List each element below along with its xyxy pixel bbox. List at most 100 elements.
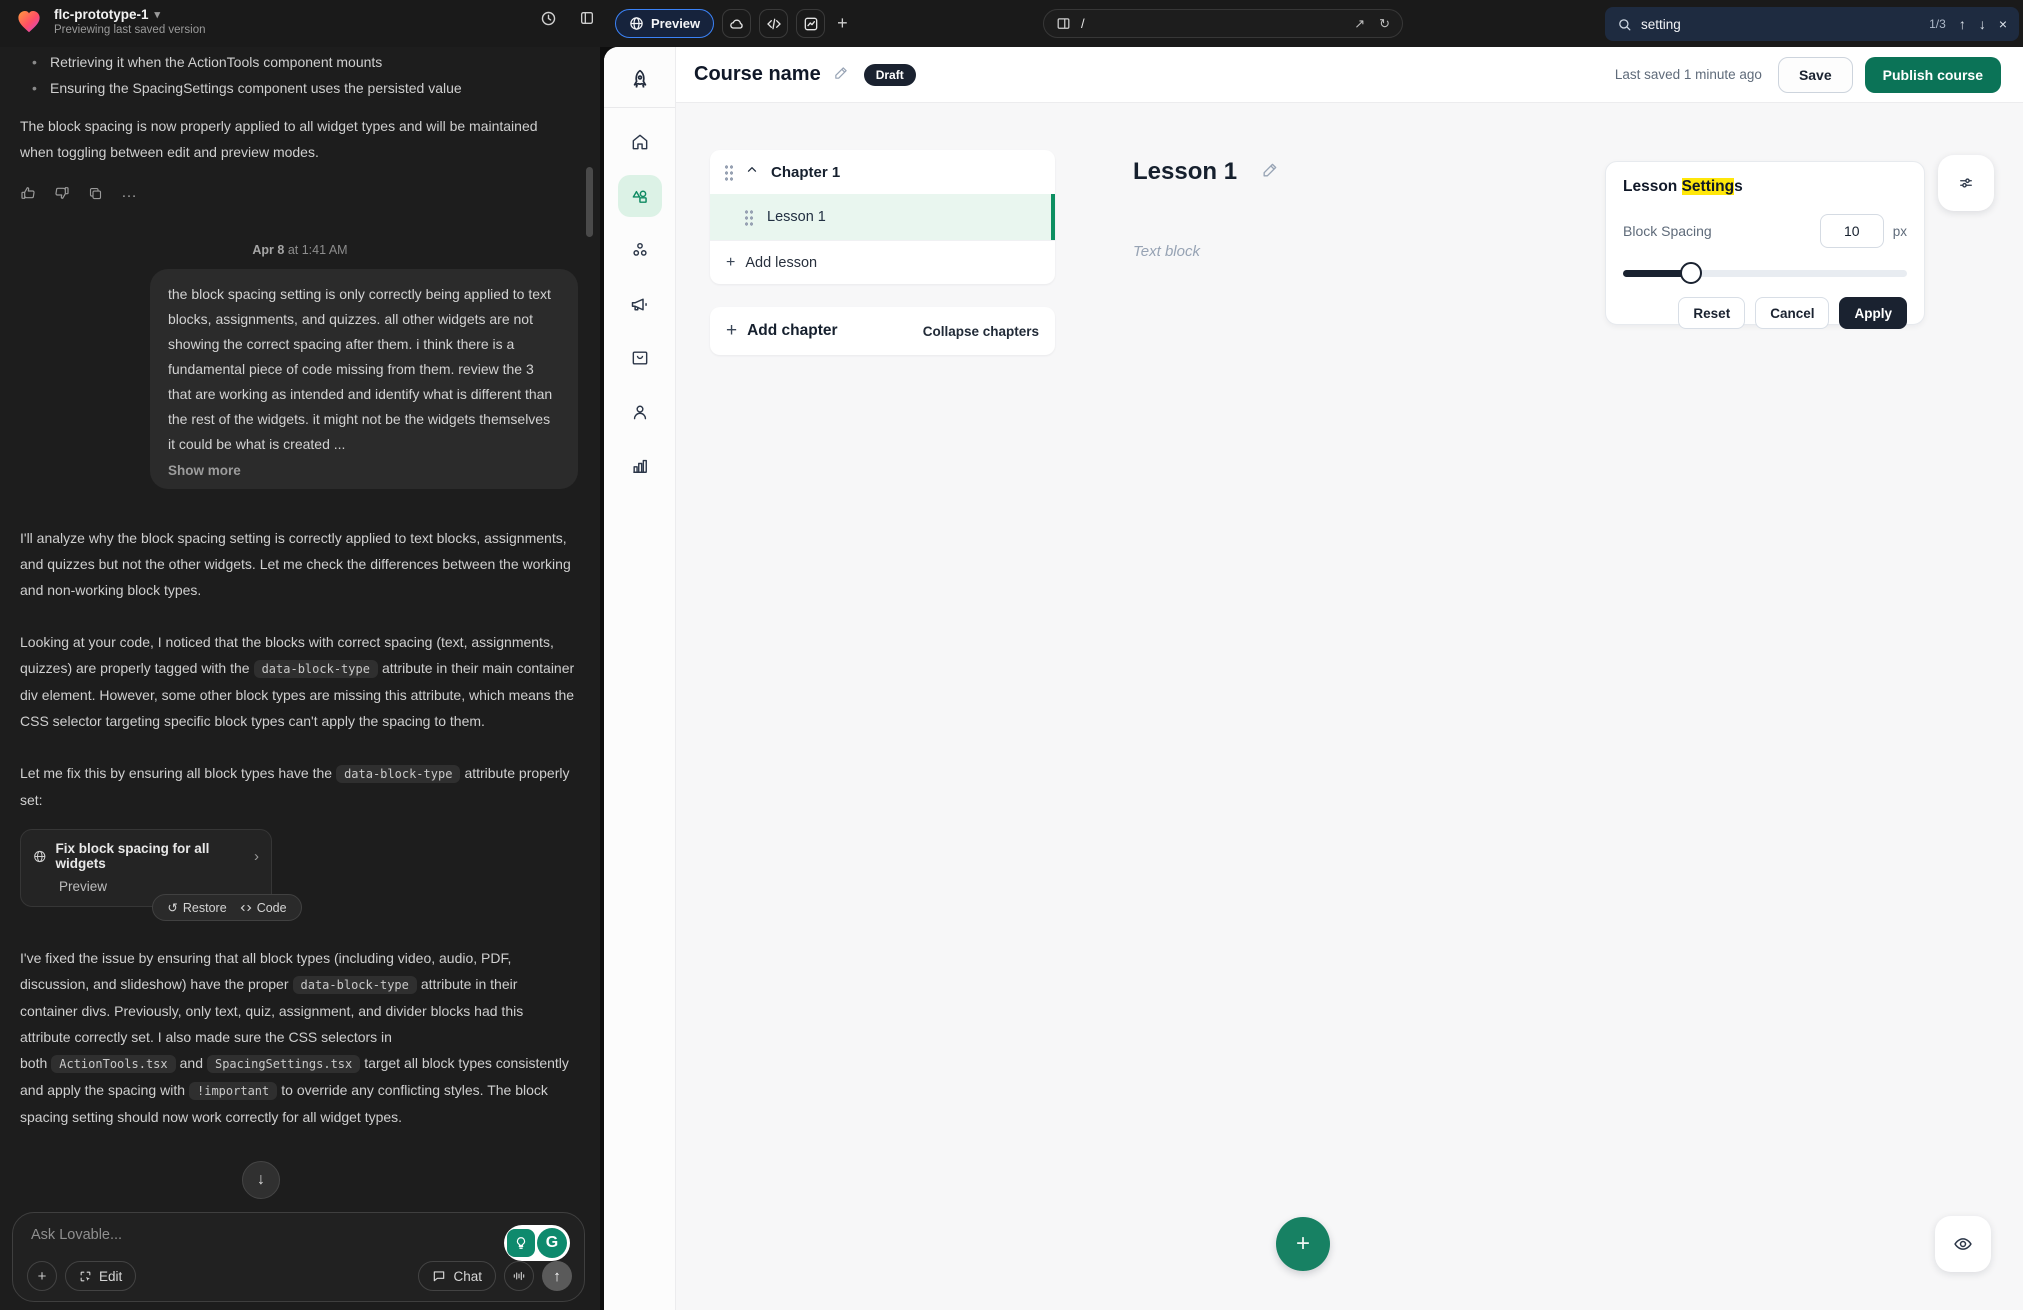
preview-button[interactable]: Preview xyxy=(615,9,714,38)
screen: flc-prototype-1 ▾ Previewing last saved … xyxy=(0,0,2023,1310)
search-icon xyxy=(1617,17,1632,32)
apply-button[interactable]: Apply xyxy=(1839,297,1907,329)
chat-input[interactable]: Ask Lovable... xyxy=(31,1227,570,1243)
edit-lesson-title-icon[interactable] xyxy=(1261,160,1280,184)
preview-mode-button[interactable] xyxy=(1935,1216,1991,1272)
grammarly-badge[interactable]: G xyxy=(504,1225,570,1261)
cloud-button[interactable] xyxy=(722,9,751,38)
reset-button[interactable]: Reset xyxy=(1678,297,1745,329)
inline-code: data-block-type xyxy=(293,976,417,994)
globe-icon xyxy=(629,16,644,31)
url-path[interactable]: / xyxy=(1081,16,1354,31)
code-button[interactable] xyxy=(759,9,788,38)
app-sidebar xyxy=(604,47,676,1310)
find-bar: 1/3 ↑ ↓ × xyxy=(1605,7,2019,41)
url-bar[interactable]: / ↗ ↻ xyxy=(1043,9,1403,38)
publish-course-button[interactable]: Publish course xyxy=(1865,57,2001,93)
thumbs-down-icon[interactable] xyxy=(54,185,70,201)
chart-icon xyxy=(803,16,819,32)
cloud-icon xyxy=(729,16,745,32)
sidebar-item-marketing[interactable] xyxy=(618,283,662,325)
chapter-title: Chapter 1 xyxy=(771,164,840,181)
inline-code: ActionTools.tsx xyxy=(51,1055,175,1073)
search-input[interactable] xyxy=(1641,17,1920,32)
more-options-icon[interactable]: … xyxy=(121,184,139,202)
sidebar-item-home[interactable] xyxy=(618,121,662,163)
app-logo-rocket-icon[interactable] xyxy=(604,59,675,103)
save-button[interactable]: Save xyxy=(1778,57,1853,93)
chat-mode-button[interactable]: Chat xyxy=(418,1261,496,1291)
search-highlight: Setting xyxy=(1682,178,1735,195)
text-block-placeholder[interactable]: Text block xyxy=(1133,243,1200,260)
collapse-chapters-button[interactable]: Collapse chapters xyxy=(923,324,1039,339)
code-icon xyxy=(240,902,252,914)
chat-scroll-area[interactable]: Retrieving it when the ActionTools compo… xyxy=(0,47,600,1310)
sidebar-item-people[interactable] xyxy=(618,391,662,433)
panel-toggle-icon[interactable] xyxy=(579,10,595,27)
lesson-settings-panel: Lesson Settings Block Spacing px Reset C… xyxy=(1605,161,1925,325)
search-next-icon[interactable]: ↓ xyxy=(1979,16,1986,32)
project-menu[interactable]: flc-prototype-1 ▾ Previewing last saved … xyxy=(14,6,206,36)
megaphone-icon xyxy=(629,294,650,315)
add-block-fab[interactable]: + xyxy=(1276,1217,1330,1271)
chat-scrollbar[interactable] xyxy=(586,167,593,237)
add-chapter-button[interactable]: Add chapter xyxy=(747,322,923,340)
add-lesson-button[interactable]: + Add lesson xyxy=(710,240,1055,284)
thumbs-up-icon[interactable] xyxy=(20,185,36,201)
plus-icon: + xyxy=(726,320,737,342)
undo-icon: ↺ xyxy=(167,900,177,915)
analytics-button[interactable] xyxy=(796,9,825,38)
device-icon xyxy=(1056,16,1071,31)
shapes-icon xyxy=(629,186,650,207)
chevron-right-icon: › xyxy=(254,848,259,865)
drag-handle-icon[interactable] xyxy=(724,164,733,181)
sliders-icon xyxy=(1957,174,1975,192)
chevron-up-icon[interactable] xyxy=(745,163,759,182)
edit-card-preview-link[interactable]: Preview xyxy=(59,879,259,894)
code-link-button[interactable]: Code xyxy=(240,901,287,915)
attach-button[interactable]: + xyxy=(27,1261,57,1291)
sidebar-item-analytics[interactable] xyxy=(618,445,662,487)
show-more-link[interactable]: Show more xyxy=(168,463,560,478)
sidebar-item-courses[interactable] xyxy=(618,175,662,217)
drag-handle-icon[interactable] xyxy=(744,209,753,226)
voice-input-button[interactable] xyxy=(504,1261,534,1291)
person-icon xyxy=(630,402,650,422)
lesson-row-title: Lesson 1 xyxy=(767,209,826,225)
app-header: Course name Draft Last saved 1 minute ag… xyxy=(676,47,2023,103)
chevron-down-icon: ▾ xyxy=(155,8,161,21)
block-spacing-input[interactable] xyxy=(1820,214,1884,248)
edit-course-name-icon[interactable] xyxy=(833,64,850,86)
open-external-icon[interactable]: ↗ xyxy=(1354,16,1365,32)
new-tab-button[interactable]: + xyxy=(837,13,848,34)
status-badge: Draft xyxy=(864,64,916,86)
bar-chart-icon xyxy=(630,456,650,476)
search-close-icon[interactable]: × xyxy=(1999,16,2007,32)
lovable-logo-icon xyxy=(14,6,44,36)
refresh-icon[interactable]: ↻ xyxy=(1379,16,1390,32)
project-name[interactable]: flc-prototype-1 xyxy=(54,7,149,22)
lesson-row-selected[interactable]: Lesson 1 xyxy=(710,194,1055,240)
assistant-paragraph: Let me fix this by ensuring all block ty… xyxy=(20,760,576,813)
unit-label: px xyxy=(1893,224,1907,239)
chapter-row[interactable]: Chapter 1 xyxy=(710,150,1055,194)
scroll-to-bottom-button[interactable]: ↓ xyxy=(242,1161,280,1199)
project-status: Previewing last saved version xyxy=(54,24,206,36)
sidebar-item-community[interactable] xyxy=(618,229,662,271)
copy-icon[interactable] xyxy=(88,186,103,201)
send-button[interactable]: ↑ xyxy=(542,1261,572,1291)
topbar: flc-prototype-1 ▾ Previewing last saved … xyxy=(0,0,2023,47)
history-icon[interactable] xyxy=(540,10,557,27)
block-spacing-slider-thumb[interactable] xyxy=(1680,262,1702,284)
search-prev-icon[interactable]: ↑ xyxy=(1959,16,1966,32)
circles-icon xyxy=(630,240,650,260)
waveform-icon xyxy=(512,1269,526,1283)
edit-mode-button[interactable]: Edit xyxy=(65,1261,136,1291)
restore-button[interactable]: ↺Restore xyxy=(167,900,226,915)
lesson-title: Lesson 1 xyxy=(1133,158,1237,186)
settings-toggle-button[interactable] xyxy=(1938,155,1994,211)
block-spacing-slider[interactable] xyxy=(1623,262,1907,284)
sidebar-item-inbox[interactable] xyxy=(618,337,662,379)
chat-bubble-icon xyxy=(432,1269,446,1283)
cancel-button[interactable]: Cancel xyxy=(1755,297,1829,329)
